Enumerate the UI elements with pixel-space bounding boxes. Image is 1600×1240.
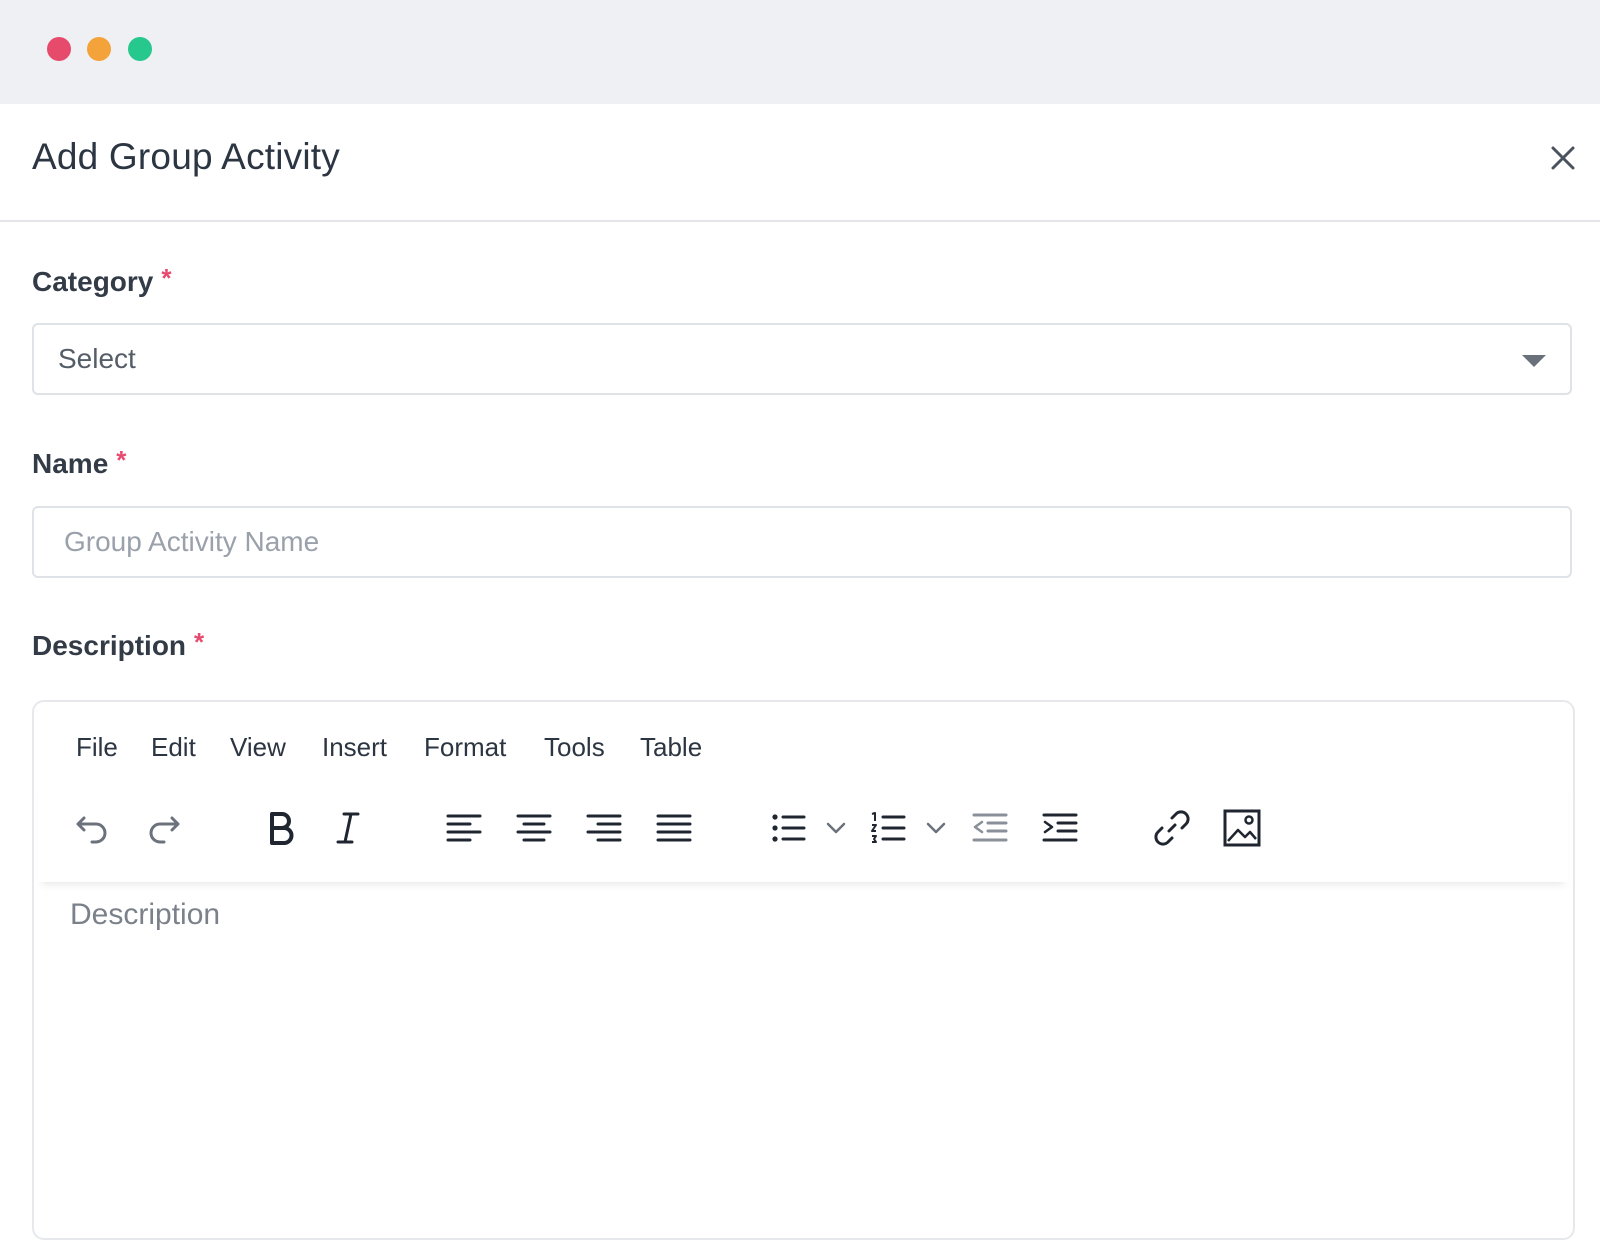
minimize-window-dot[interactable] — [87, 37, 111, 61]
menu-insert[interactable]: Insert — [322, 732, 387, 763]
numbered-list-dropdown[interactable] — [924, 816, 948, 840]
name-field-box — [32, 506, 1572, 578]
caret-down-icon — [1522, 355, 1546, 367]
align-center-icon — [516, 814, 552, 842]
indent-icon — [1042, 813, 1078, 842]
image-icon — [1223, 809, 1261, 847]
bold-button[interactable] — [260, 808, 300, 848]
menu-format[interactable]: Format — [424, 732, 506, 763]
required-mark: * — [161, 263, 172, 293]
add-group-activity-modal: Add Group Activity Category * Select Name… — [0, 104, 1600, 1240]
redo-icon — [149, 816, 180, 844]
name-input[interactable] — [34, 508, 1570, 576]
italic-button[interactable] — [328, 808, 368, 848]
indent-button[interactable] — [1040, 808, 1080, 848]
outdent-icon — [972, 813, 1008, 842]
link-icon — [1154, 810, 1190, 846]
editor-menubar: File Edit View Insert Format Tools Table — [34, 702, 1573, 782]
close-button[interactable] — [1547, 142, 1579, 174]
bullet-list-dropdown[interactable] — [824, 816, 848, 840]
bullet-list-icon — [772, 814, 806, 842]
align-left-button[interactable] — [444, 808, 484, 848]
category-select-value: Select — [58, 343, 136, 374]
align-right-icon — [586, 814, 622, 842]
menu-table[interactable]: Table — [640, 732, 702, 763]
align-justify-icon — [656, 814, 692, 842]
align-right-button[interactable] — [584, 808, 624, 848]
category-label-text: Category — [32, 266, 154, 297]
modal-header: Add Group Activity — [0, 104, 1600, 222]
name-label-text: Name — [32, 448, 109, 479]
required-mark: * — [116, 445, 127, 475]
bold-icon — [270, 812, 294, 845]
outdent-button[interactable] — [970, 808, 1010, 848]
align-left-icon — [446, 814, 482, 842]
align-center-button[interactable] — [514, 808, 554, 848]
undo-button[interactable] — [72, 808, 112, 848]
editor-content-area[interactable]: Description — [38, 886, 1568, 1236]
chevron-down-icon — [926, 822, 946, 834]
maximize-window-dot[interactable] — [128, 37, 152, 61]
numbered-list-icon — [871, 812, 906, 843]
menu-view[interactable]: View — [230, 732, 286, 763]
required-mark: * — [194, 627, 205, 657]
editor-placeholder: Description — [70, 898, 221, 931]
rich-text-editor: File Edit View Insert Format Tools Table — [32, 700, 1575, 1240]
numbered-list-button[interactable] — [868, 808, 908, 848]
italic-icon — [336, 812, 360, 844]
close-icon — [1551, 146, 1575, 170]
description-label-text: Description — [32, 630, 187, 661]
editor-toolbar — [38, 782, 1568, 882]
bullet-list-button[interactable] — [768, 808, 808, 848]
window-titlebar — [0, 0, 1600, 104]
link-button[interactable] — [1152, 808, 1192, 848]
redo-button[interactable] — [144, 808, 184, 848]
align-justify-button[interactable] — [654, 808, 694, 848]
chevron-down-icon — [826, 822, 846, 834]
category-label: Category * — [32, 263, 172, 298]
undo-icon — [76, 816, 107, 844]
menu-edit[interactable]: Edit — [151, 732, 196, 763]
category-select[interactable]: Select — [32, 323, 1572, 395]
image-button[interactable] — [1222, 808, 1262, 848]
menu-tools[interactable]: Tools — [544, 732, 605, 763]
description-label: Description * — [32, 627, 205, 662]
menu-file[interactable]: File — [76, 732, 118, 763]
name-label: Name * — [32, 445, 127, 480]
modal-title: Add Group Activity — [32, 136, 340, 177]
close-window-dot[interactable] — [47, 37, 71, 61]
